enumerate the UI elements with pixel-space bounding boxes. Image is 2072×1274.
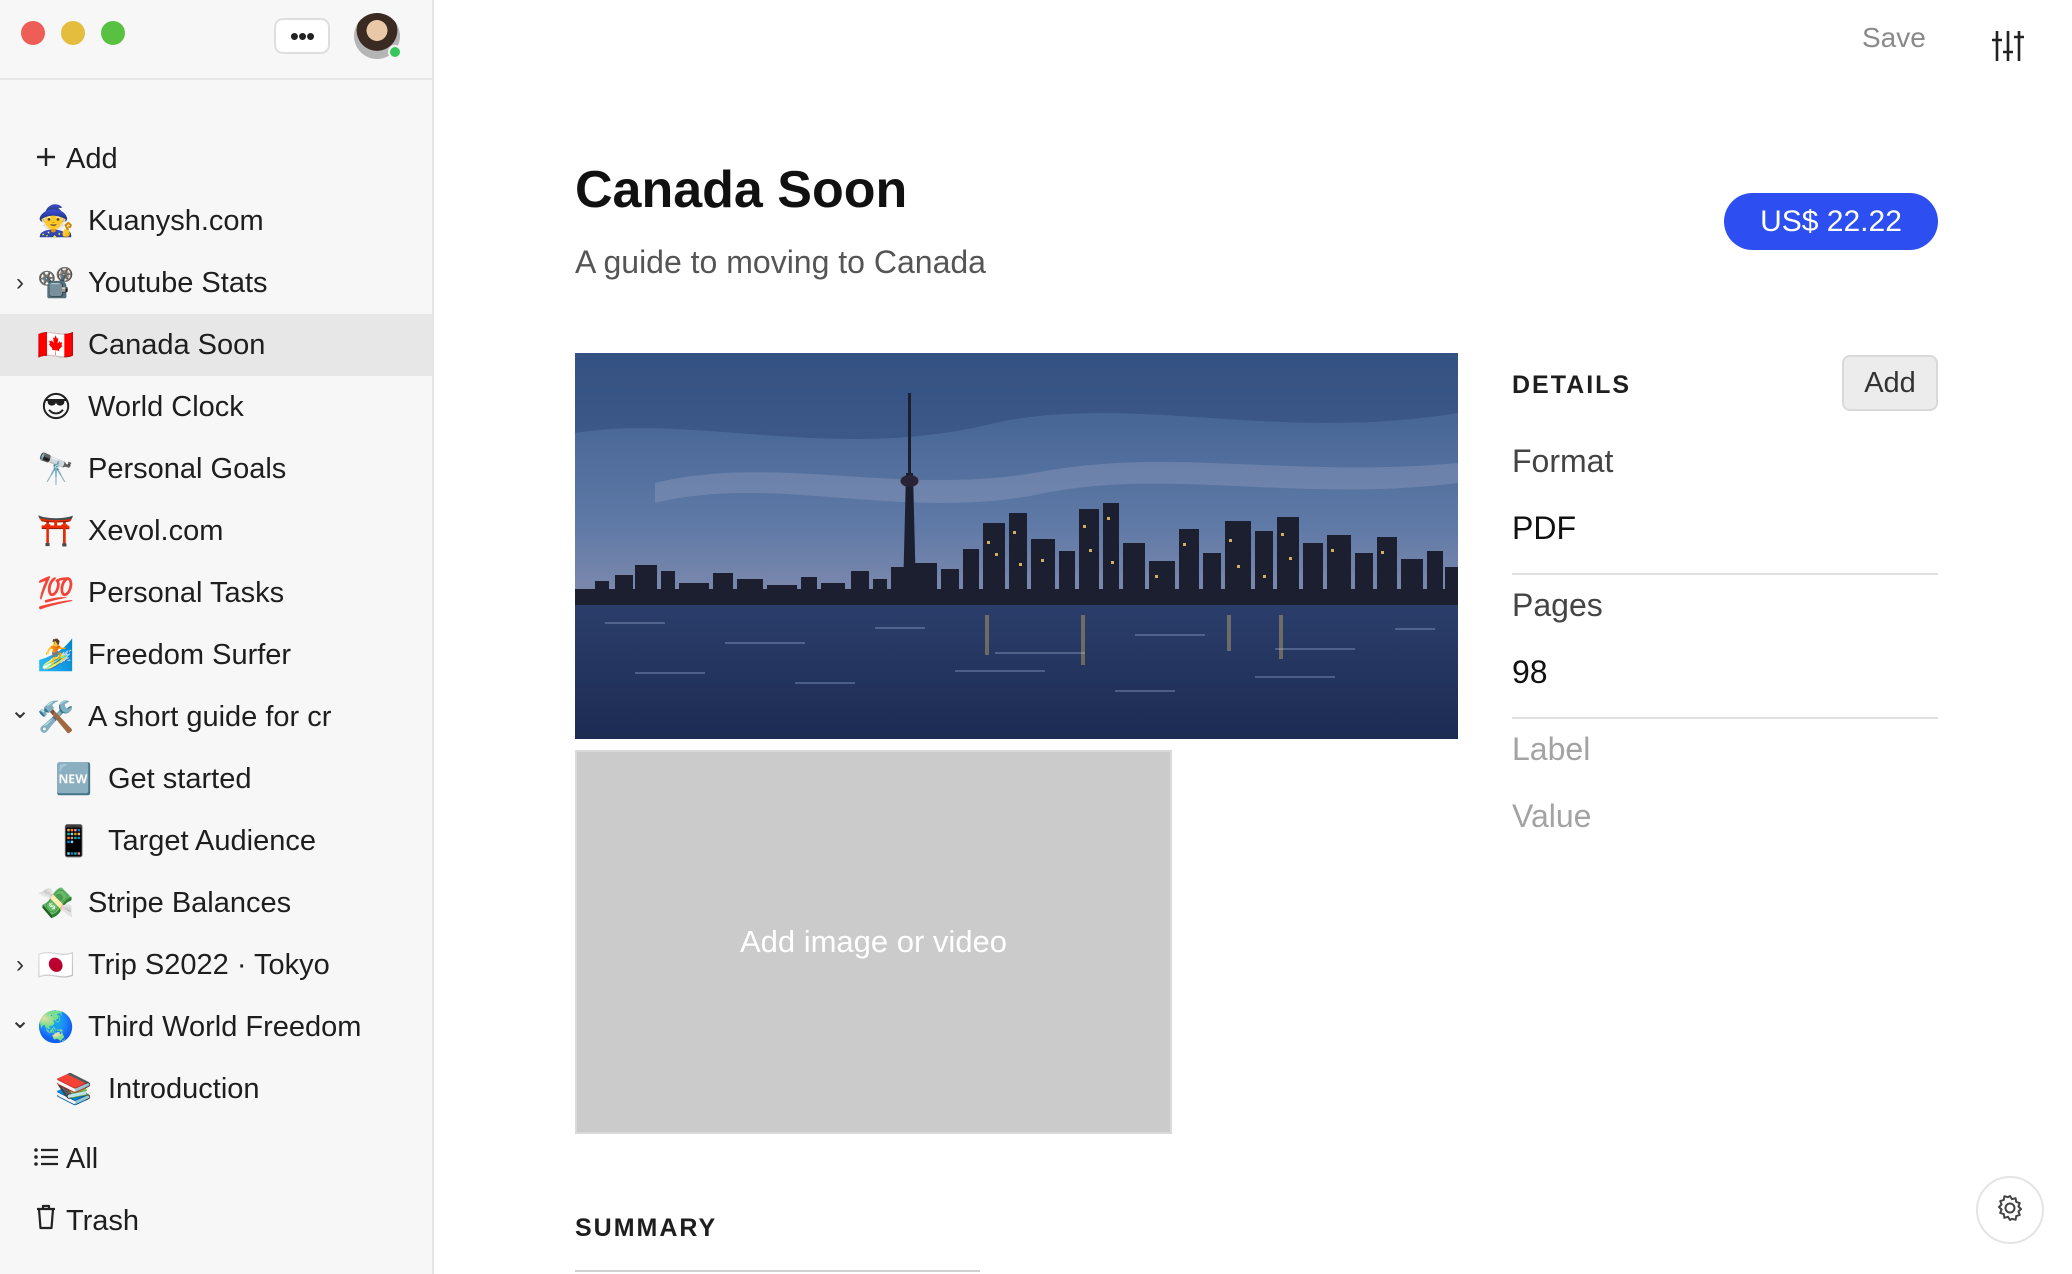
page-emoji-icon: 💯 [37, 576, 75, 610]
sidebar-item-personal-goals[interactable]: 🔭 Personal Goals [0, 438, 432, 500]
page-emoji-icon: ⛩️ [37, 514, 75, 548]
price-button[interactable]: US$ 22.22 [1724, 193, 1938, 250]
field-key[interactable]: Format [1512, 443, 1938, 480]
main-content: Save Canada Soon A guide to moving to Ca… [434, 0, 2072, 1274]
page-emoji-icon: 🌏 [37, 1010, 75, 1044]
sidebar-item-label: Freedom Surfer [88, 638, 292, 671]
plus-icon [26, 142, 66, 176]
gear-icon [1995, 1193, 2025, 1228]
sidebar-item-label: Stripe Balances [88, 886, 292, 919]
sidebar-add-button[interactable]: Add [0, 128, 432, 190]
sidebar-item-kuanysh-com[interactable]: 🧙 Kuanysh.com [0, 190, 432, 252]
sidebar-item-label: Youtube Stats [88, 266, 268, 299]
label-input[interactable]: Label [1512, 731, 1938, 768]
details-field-new: Label Value [1512, 731, 1938, 835]
field-divider [1512, 717, 1938, 719]
list-icon [26, 1142, 66, 1176]
sidebar-item-label: Personal Goals [88, 452, 287, 485]
sidebar-item-canada-soon[interactable]: 🇨🇦 Canada Soon [0, 314, 432, 376]
field-key[interactable]: Pages [1512, 587, 1938, 624]
window-titlebar: ••• [0, 0, 432, 80]
page-emoji-icon: 📱 [55, 824, 93, 858]
sliders-icon[interactable] [1990, 28, 2026, 64]
trash-icon [26, 1204, 66, 1238]
sidebar-item-trip-s2022-tokyo[interactable]: › 🇯🇵 Trip S2022 · Tokyo [0, 934, 432, 996]
sidebar-item-xevol-com[interactable]: ⛩️ Xevol.com [0, 500, 432, 562]
sidebar-nav: Add 🧙 Kuanysh.com › 📽️ Youtube Stats 🇨🇦 Canada… [0, 128, 432, 1252]
details-field-format: Format PDF [1512, 443, 1938, 575]
sidebar: ••• Add 🧙 Kuanysh.com › 📽️ Youtube Stats 🇨🇦 Ca… [0, 0, 434, 1274]
page-emoji-icon: 📚 [55, 1072, 93, 1106]
sidebar-item-get-started[interactable]: 🆕 Get started [0, 748, 432, 810]
page-emoji-icon: 🛠️ [37, 700, 75, 734]
add-media-label: Add image or video [739, 924, 1008, 959]
sidebar-item-target-audience[interactable]: 📱 Target Audience [0, 810, 432, 872]
chevron-right-icon[interactable]: › [10, 269, 30, 297]
sidebar-item-third-world-freedom[interactable]: ⌄ 🌏 Third World Freedom [0, 996, 432, 1058]
avatar[interactable] [354, 13, 402, 59]
sidebar-item-trash-label: Trash [66, 1204, 140, 1237]
sidebar-item-a-short-guide-for-cr[interactable]: ⌄ 🛠️ A short guide for cr [0, 686, 432, 748]
sidebar-item-introduction[interactable]: 📚 Introduction [0, 1058, 432, 1120]
window-minimize-button[interactable] [61, 21, 85, 45]
page-emoji-icon: 🧙 [37, 204, 75, 238]
sidebar-item-label: A short guide for cr [88, 700, 332, 733]
chevron-right-icon[interactable]: › [10, 951, 30, 979]
chevron-down-icon[interactable]: ⌄ [10, 1006, 30, 1035]
window-close-button[interactable] [21, 21, 45, 45]
summary-heading: SUMMARY [575, 1214, 718, 1242]
page-emoji-icon: 🇨🇦 [37, 328, 75, 362]
gear-button[interactable] [1976, 1176, 2044, 1244]
more-options-button[interactable]: ••• [274, 18, 330, 54]
sidebar-item-label: Kuanysh.com [88, 204, 264, 237]
sidebar-item-all-label: All [66, 1142, 99, 1175]
sidebar-item-freedom-surfer[interactable]: 🏄 Freedom Surfer [0, 624, 432, 686]
window-maximize-button[interactable] [101, 21, 125, 45]
page-title[interactable]: Canada Soon [575, 160, 907, 220]
sidebar-item-label: Introduction [108, 1072, 260, 1105]
details-heading: DETAILS [1512, 371, 1632, 399]
page-subtitle[interactable]: A guide to moving to Canada [575, 244, 986, 281]
page-emoji-icon: 🔭 [37, 452, 75, 486]
summary-editor[interactable] [575, 1270, 980, 1274]
page-emoji-icon: 💸 [37, 886, 75, 920]
page-emoji-icon: 🏄 [37, 638, 75, 672]
page-emoji-icon: 🆕 [55, 762, 93, 796]
sidebar-item-stripe-balances[interactable]: 💸 Stripe Balances [0, 872, 432, 934]
field-value[interactable]: 98 [1512, 654, 1938, 691]
sidebar-item-label: Get started [108, 762, 252, 795]
chevron-down-icon[interactable]: ⌄ [10, 696, 30, 725]
sidebar-item-world-clock[interactable]: 😎 World Clock [0, 376, 432, 438]
sidebar-item-label: World Clock [88, 390, 244, 423]
ellipsis-icon: ••• [289, 21, 315, 51]
save-button[interactable]: Save [1862, 22, 1926, 54]
sidebar-item-label: Third World Freedom [88, 1010, 362, 1043]
sidebar-item-label: Xevol.com [88, 514, 224, 547]
online-status-dot [388, 45, 402, 59]
sidebar-item-personal-tasks[interactable]: 💯 Personal Tasks [0, 562, 432, 624]
details-field-pages: Pages 98 [1512, 587, 1938, 719]
sidebar-add-label: Add [66, 142, 118, 175]
sidebar-item-label: Trip S2022 · Tokyo [88, 948, 330, 981]
page-emoji-icon: 😎 [40, 390, 72, 424]
page-emoji-icon: 📽️ [37, 266, 75, 300]
field-value[interactable]: PDF [1512, 510, 1938, 547]
sidebar-item-label: Target Audience [108, 824, 316, 857]
sidebar-item-label: Personal Tasks [88, 576, 285, 609]
sidebar-item-trash[interactable]: Trash [0, 1190, 432, 1252]
cover-image[interactable] [575, 353, 1458, 739]
add-media-dropzone[interactable]: Add image or video [575, 750, 1172, 1134]
value-input[interactable]: Value [1512, 798, 1938, 835]
sidebar-item-all[interactable]: All [0, 1128, 432, 1190]
page-emoji-icon: 🇯🇵 [37, 948, 75, 982]
field-divider [1512, 573, 1938, 575]
sidebar-item-label: Canada Soon [88, 328, 266, 361]
details-add-button[interactable]: Add [1842, 355, 1938, 411]
sidebar-item-youtube-stats[interactable]: › 📽️ Youtube Stats [0, 252, 432, 314]
sidebar-page-list: 🧙 Kuanysh.com › 📽️ Youtube Stats 🇨🇦 Canada Soo… [0, 190, 432, 1120]
